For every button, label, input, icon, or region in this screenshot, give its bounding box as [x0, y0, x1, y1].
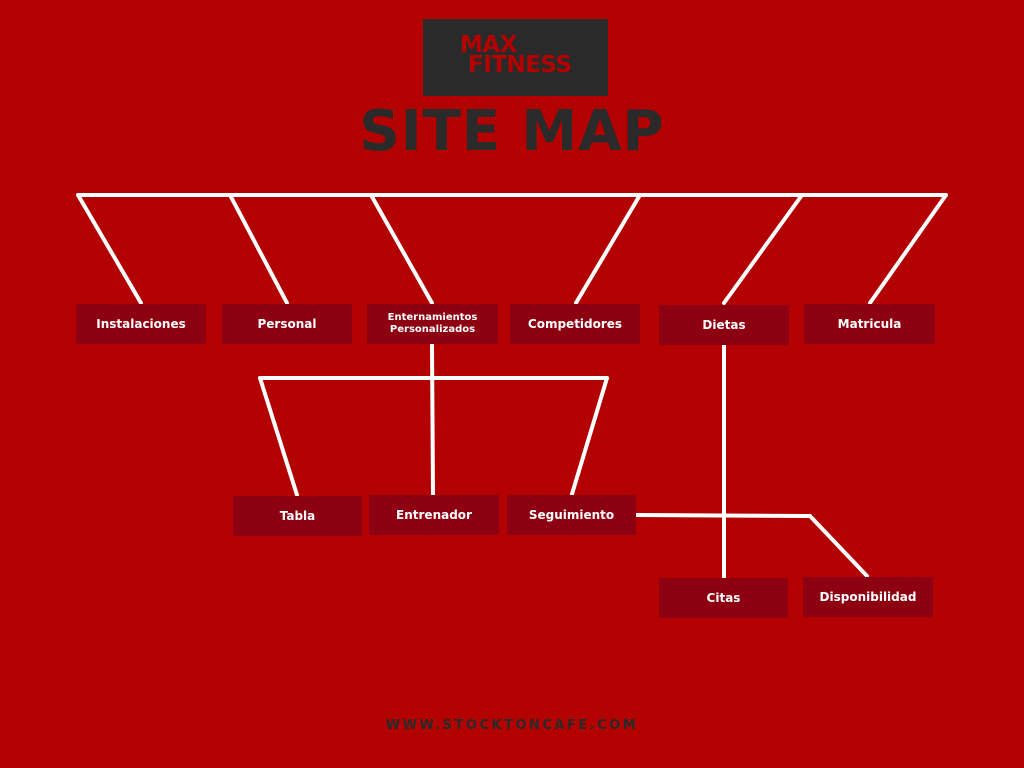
node-entrenamientos-line-2: Personalizados [389, 324, 476, 335]
node-instalaciones[interactable]: Instalaciones [76, 304, 206, 344]
node-seguimiento[interactable]: Seguimiento [507, 495, 636, 535]
max-fitness-logo: MAX FITNESS [423, 19, 608, 96]
footer-website: WWW.STOCKTONCAFE.COM [385, 718, 639, 733]
node-entrenamientos-line-1: Enternamientos [387, 312, 478, 323]
node-tabla[interactable]: Tabla [233, 496, 362, 536]
node-citas[interactable]: Citas [659, 578, 788, 618]
logo-line-2: FITNESS [468, 52, 572, 78]
connector-seguimiento-right [634, 513, 812, 518]
connector-entrenamientos-down [430, 342, 435, 496]
node-competidores[interactable]: Competidores [510, 304, 640, 344]
node-personal[interactable]: Personal [222, 304, 352, 344]
node-matricula[interactable]: Matricula [804, 304, 935, 344]
node-disponibilidad[interactable]: Disponibilidad [803, 577, 933, 617]
page-title: SITE MAP [359, 99, 665, 164]
node-dietas[interactable]: Dietas [659, 305, 789, 345]
node-entrenador[interactable]: Entrenador [369, 495, 499, 535]
node-entrenamientos-personalizados[interactable]: Enternamientos Personalizados [367, 304, 498, 344]
